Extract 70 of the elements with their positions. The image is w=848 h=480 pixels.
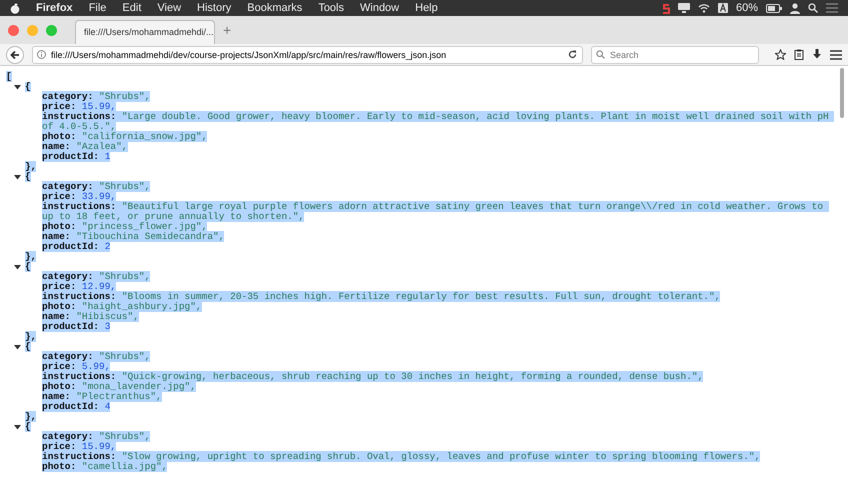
collapse-toggle-icon[interactable] [14,174,21,180]
json-property: photo: "princess_flower.jpg", [42,222,208,232]
back-arrow-icon [10,50,20,60]
json-property: name: "Tibouchina Semidecandra", [42,232,226,242]
json-property: photo: "california_snow.jpg", [42,132,208,142]
json-property: productId: 3 [42,322,112,332]
list-icon[interactable] [826,3,838,13]
json-property: name: "Azalea", [42,142,129,152]
json-property: instructions: "Quick-growing, herbaceous, shrub reaching up to 30 inches in height, forming a rounded, dense bush.", [42,372,704,382]
json-property: productId: 2 [42,242,112,252]
json-property: photo: "camellia.jpg", [42,462,168,472]
tab-title: file:///Users/mohammadmehdi/... [84,26,214,39]
menu-item[interactable]: File [88,0,106,16]
collapse-toggle-icon[interactable] [14,84,21,90]
search-icon [596,50,605,58]
json-property: productId: 4 [42,402,112,412]
json-property: name: "Plectranthus", [42,392,163,402]
json-property: category: "Shrubs", [42,352,152,362]
bookmark-star-icon[interactable] [775,49,786,60]
brace: { [25,262,31,272]
scrollbar-thumb[interactable] [840,68,844,118]
brace: { [25,82,31,92]
json-property: name: "Hibiscus", [42,312,140,322]
brace: { [25,422,31,432]
battery-icon[interactable] [766,4,782,12]
battery-percentage: 60% [736,1,758,16]
wifi-icon[interactable] [698,3,710,13]
json-property: photo: "mona_lavender.jpg", [42,382,197,392]
collapse-toggle-icon[interactable] [14,264,21,270]
search-field[interactable]: Search [591,46,759,64]
address-bar[interactable]: file:///Users/mohammadmehdi/dev/course-projects/JsonXml/app/src/main/res/raw/flowers_json.json [32,46,583,64]
bracket: [ [6,71,12,82]
menu-icon[interactable] [830,50,842,60]
brace: }, [25,161,36,172]
menu-item[interactable]: View [157,0,182,16]
json-property: photo: "haight_ashbury.jpg", [42,302,203,312]
clipboard-icon[interactable] [794,49,804,60]
json-property: category: "Shrubs", [42,272,152,282]
download-icon[interactable] [812,49,822,60]
brace: }, [25,331,36,342]
collapse-toggle-icon[interactable] [14,424,21,430]
json-property: category: "Shrubs", [42,182,152,192]
menu-item[interactable]: Tools [318,0,344,16]
brace: { [25,172,31,182]
menu-item[interactable]: Bookmarks [247,0,302,16]
json-property: instructions: "Slow growing, upright to spreading shrub. Oval, glossy, leaves and profuse winter to spring blooming flowers.", [42,452,762,462]
json-property: instructions: "Large double. Good grower, heavy bloomer. Early to mid-season, acid loving plants. Plant in moist well drained soil with pH of 4.0-5.5.", [42,112,834,132]
collapse-toggle-icon[interactable] [14,344,21,350]
browser-tab[interactable]: file:///Users/mohammadmehdi/... [75,20,215,44]
display-icon[interactable] [678,3,690,13]
menu-item[interactable]: History [197,0,232,16]
brace: { [25,342,31,352]
user-icon[interactable] [790,2,800,14]
brace: }, [25,411,36,422]
input-source-icon[interactable] [718,3,728,13]
json-property: category: "Shrubs", [42,92,152,102]
json-property: productId: 1 [42,152,112,162]
reload-icon[interactable] [568,50,577,58]
apple-icon[interactable] [10,2,20,14]
info-icon[interactable] [37,50,46,58]
brace: }, [25,251,36,262]
menu-item[interactable]: Window [360,0,400,16]
menu-item[interactable]: Edit [122,0,142,16]
json-property: category: "Shrubs", [42,432,152,442]
s-icon[interactable] [662,2,670,14]
json-property: instructions: "Blooms in summer, 20-35 inches high. Fertilize regularly for best results. Full sun, drought tolerant.", [42,292,722,302]
search-icon[interactable] [808,3,818,13]
back-button[interactable] [6,46,24,64]
menu-item[interactable]: Help [415,0,438,16]
app-menu[interactable]: Firefox [36,0,73,16]
